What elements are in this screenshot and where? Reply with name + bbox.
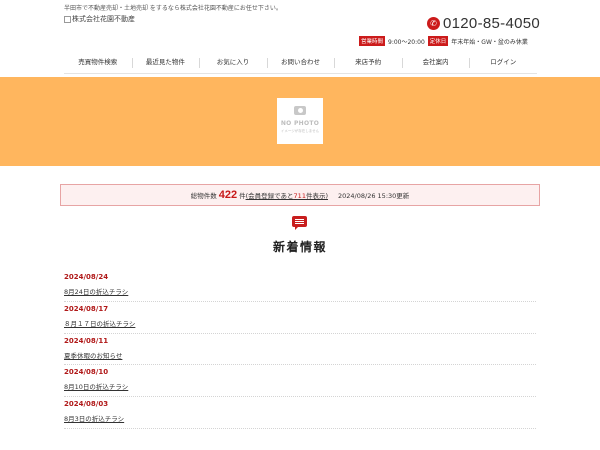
news-date: 2024/08/24 xyxy=(64,273,109,281)
news-link[interactable]: 8月10日の折込チラシ xyxy=(64,381,536,391)
phone-number: 0120-85-4050 xyxy=(443,15,541,32)
news-section-title: 新着情報 xyxy=(272,240,327,254)
nav-item-visit-reservation[interactable]: 来店予約 xyxy=(334,54,402,73)
register-link-close: 件表示) xyxy=(305,192,329,200)
no-photo-placeholder: NO PHOTO イメージが存在しません xyxy=(277,98,323,144)
news-icon xyxy=(292,216,307,230)
hero-banner: NO PHOTO イメージが存在しません xyxy=(0,77,600,166)
no-photo-title: NO PHOTO xyxy=(280,120,320,127)
nav-item-company-info[interactable]: 会社案内 xyxy=(401,54,470,73)
news-date: 2024/08/17 xyxy=(64,304,109,313)
news-link[interactable]: 夏季休暇のお知らせ xyxy=(64,350,536,360)
news-list: 2024/08/24 8月24日の折込チラシ 2024/08/17 ８月１７日の… xyxy=(64,270,536,429)
member-register-link[interactable]: (会員登録であと711件表示) xyxy=(246,190,328,200)
hours-value: 9:00～20:00 xyxy=(388,38,425,46)
closed-badge: 定休日 xyxy=(427,36,449,46)
news-item: 2024/08/10 8月10日の折込チラシ xyxy=(64,365,536,398)
property-count-bar: 総物件数 422 件 (会員登録であと711件表示) 2024/08/26 15… xyxy=(60,184,540,206)
news-link[interactable]: ８月１７日の折込チラシ xyxy=(64,318,536,328)
count-prefix: 総物件数 xyxy=(190,192,217,200)
site-tagline: 半田市で不動産売却・土地売却 をするなら株式会社花園不動産にお任せ下さい。 xyxy=(64,5,282,12)
nav-item-recently-viewed[interactable]: 最近見た物件 xyxy=(131,54,200,73)
logo-alt-text: 株式会社花園不動産 xyxy=(72,15,135,23)
camera-icon xyxy=(294,106,306,115)
phone-icon: ✆ xyxy=(427,17,440,30)
phone-contact[interactable]: ✆ 0120-85-4050 xyxy=(427,15,540,32)
hidden-count: 711 xyxy=(293,192,306,200)
nav-item-favorites[interactable]: お気に入り xyxy=(199,54,267,73)
news-date: 2024/08/03 xyxy=(64,400,109,409)
nav-item-property-search[interactable]: 売買物件検索 xyxy=(64,54,132,73)
main-nav: 売買物件検索 最近見た物件 お気に入り お問い合わせ 来店予約 会社案内 ログイ… xyxy=(64,54,537,74)
no-photo-subtitle: イメージが存在しません xyxy=(280,129,320,133)
news-link[interactable]: 8月24日の折込チラシ xyxy=(64,286,536,296)
news-link[interactable]: 8月3日の折込チラシ xyxy=(64,413,536,423)
broken-image-icon xyxy=(64,15,71,23)
property-count: 422 xyxy=(218,189,238,201)
register-link-open: (会員登録であと xyxy=(245,192,294,200)
closed-value: 年末年始・GW・盆のみ休業 xyxy=(451,38,528,46)
news-date: 2024/08/10 xyxy=(64,368,109,377)
site-logo[interactable]: 株式会社花園不動産 xyxy=(64,14,135,24)
news-item: 2024/08/17 ８月１７日の折込チラシ xyxy=(64,302,536,334)
news-item: 2024/08/11 夏季休暇のお知らせ xyxy=(64,334,536,366)
news-item: 2024/08/24 8月24日の折込チラシ xyxy=(64,270,536,302)
business-hours: 営業時間 9:00～20:00 定休日 年末年始・GW・盆のみ休業 xyxy=(359,36,531,46)
nav-item-login[interactable]: ログイン xyxy=(469,54,537,73)
hours-badge: 営業時間 xyxy=(359,36,386,46)
updated-timestamp: 2024/08/26 15:30更新 xyxy=(338,192,410,200)
news-item: 2024/08/03 8月3日の折込チラシ xyxy=(64,397,536,429)
nav-item-contact[interactable]: お問い合わせ xyxy=(266,54,335,73)
news-date: 2024/08/11 xyxy=(64,336,109,345)
